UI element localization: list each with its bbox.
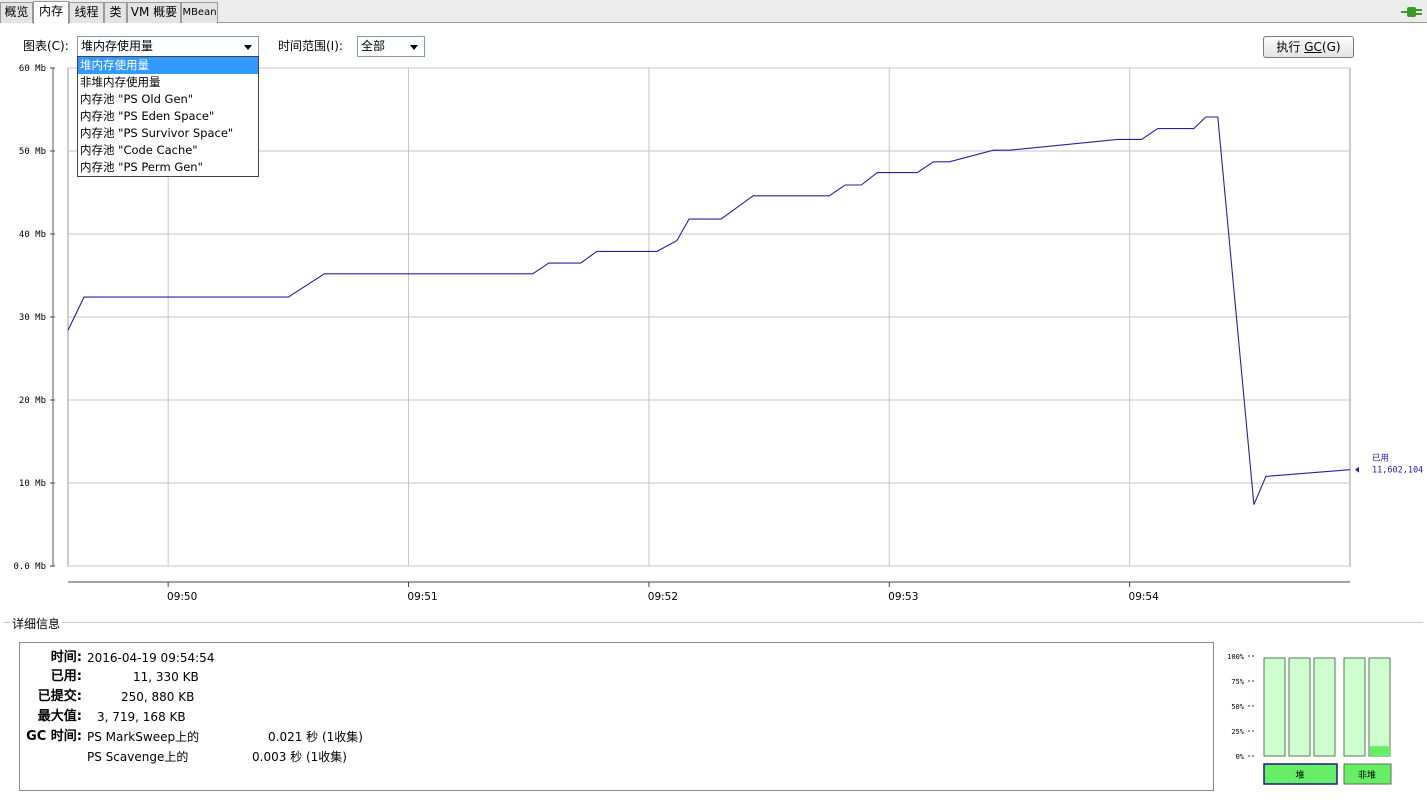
tab-vm-summary[interactable]: VM 概要 [127,2,181,23]
tab-overview[interactable]: 概览 [0,2,33,23]
nonheap-pool-bar-fill [1370,746,1390,756]
chart-select-value: 堆内存使用量 [81,39,154,53]
dropdown-item[interactable]: 内存池 "PS Survivor Space" [78,125,258,142]
y-tick-label: 40 Mb [19,230,46,240]
x-tick-label: 09:53 [888,591,918,603]
current-value-marker-icon [1355,466,1359,473]
bar-tick-label: 0% [1236,753,1245,761]
perform-gc-button[interactable]: 执行 GC(G) [1263,36,1354,58]
chart-select[interactable]: 堆内存使用量 [77,36,259,57]
x-tick-label: 09:52 [648,591,678,603]
time-range-value: 全部 [361,39,386,53]
x-tick-label: 09:54 [1129,591,1160,603]
connection-plug-icon [1401,5,1423,19]
bar-tick-label: 75% [1231,678,1244,686]
current-value-label: 已用 [1372,454,1389,464]
tab-classes[interactable]: 类 [104,2,127,23]
tab-bar: 概览 内存 线程 类 VM 概要 MBean [0,0,1427,24]
chevron-down-icon [244,45,252,50]
dropdown-item[interactable]: 堆内存使用量 [78,57,258,74]
nonheap-pool-bar [1343,657,1366,757]
dropdown-item[interactable]: 内存池 "PS Eden Space" [78,108,258,125]
time-range-select[interactable]: 全部 [357,36,425,57]
heap-pool-bar [1288,657,1311,757]
dropdown-item[interactable]: 内存池 "PS Old Gen" [78,91,258,108]
nonheap-button-label: 非堆 [1358,769,1376,781]
dropdown-item[interactable]: 内存池 "Code Cache" [78,142,258,159]
x-tick-label: 09:51 [407,591,437,603]
bar-tick-label: 25% [1231,728,1244,736]
y-tick-label: 50 Mb [19,147,46,157]
time-range-label: 时间范围(I): [278,39,343,53]
heap-button-label: 堆 [1295,770,1304,781]
details-panel: 时间: 2016-04-19 09:54:54 已用: 11, 330 KB 已… [19,642,1214,791]
heap-pool-bar [1313,657,1336,757]
bar-tick-label: 50% [1231,703,1244,711]
chevron-down-icon [410,45,418,50]
x-tick-label: 09:50 [167,591,197,603]
dropdown-item[interactable]: 非堆内存使用量 [78,74,258,91]
details-title: 详细信息 [10,615,63,632]
heap-pool-bar [1263,657,1286,757]
dropdown-item[interactable]: 内存池 "PS Perm Gen" [78,159,258,176]
y-tick-label: 0.0 Mb [13,562,46,572]
current-value-number: 11,602,104 [1372,466,1423,476]
nonheap-pool-bar [1368,657,1391,757]
y-tick-label: 30 Mb [19,313,46,323]
tab-threads[interactable]: 线程 [69,2,104,23]
y-tick-label: 20 Mb [19,396,46,406]
bar-tick-label: 100% [1227,653,1245,661]
chart-label: 图表(C): [23,39,69,53]
tab-mbean[interactable]: MBean [181,2,218,23]
tab-memory[interactable]: 内存 [33,1,69,24]
chart-dropdown-list: 堆内存使用量 非堆内存使用量 内存池 "PS Old Gen" 内存池 "PS … [77,56,259,177]
y-tick-label: 10 Mb [19,479,46,489]
section-divider [4,622,1423,623]
y-tick-label: 60 Mb [19,64,46,74]
memory-usage-bars: 100% 75% 50% 25% 0% 堆 非堆 [1227,653,1392,785]
